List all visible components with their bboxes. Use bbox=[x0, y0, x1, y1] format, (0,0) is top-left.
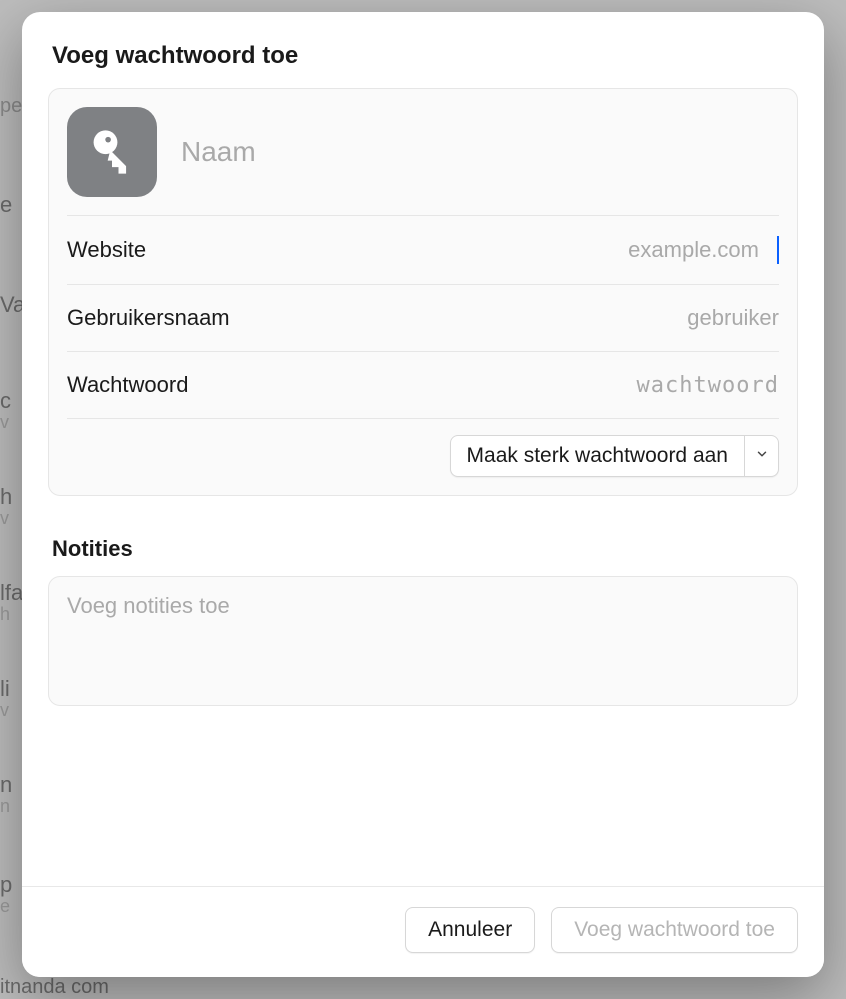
add-password-button[interactable]: Voeg wachtwoord toe bbox=[551, 907, 798, 953]
notes-heading: Notities bbox=[52, 536, 798, 562]
username-input[interactable] bbox=[250, 305, 779, 331]
password-label: Wachtwoord bbox=[67, 372, 188, 398]
text-cursor bbox=[777, 236, 779, 264]
add-password-dialog: Voeg wachtwoord toe Website Gebrui bbox=[22, 12, 824, 977]
username-row: Gebruikersnaam bbox=[67, 284, 779, 351]
website-label: Website bbox=[67, 237, 146, 263]
notes-card bbox=[48, 576, 798, 706]
dialog-footer: Annuleer Voeg wachtwoord toe bbox=[22, 886, 824, 977]
name-input[interactable] bbox=[181, 136, 779, 168]
cancel-button[interactable]: Annuleer bbox=[405, 907, 535, 953]
chevron-down-icon bbox=[755, 447, 769, 466]
key-icon bbox=[67, 107, 157, 197]
generate-row: Maak sterk wachtwoord aan bbox=[67, 418, 779, 495]
password-input[interactable] bbox=[208, 372, 779, 398]
credentials-card: Website Gebruikersnaam Wachtwoord Maak s… bbox=[48, 88, 798, 496]
website-input[interactable] bbox=[166, 237, 759, 263]
username-label: Gebruikersnaam bbox=[67, 305, 230, 331]
password-row: Wachtwoord bbox=[67, 351, 779, 418]
generate-password-split-button: Maak sterk wachtwoord aan bbox=[450, 435, 779, 477]
generate-password-dropdown[interactable] bbox=[744, 436, 778, 476]
dialog-title: Voeg wachtwoord toe bbox=[52, 42, 798, 70]
notes-input[interactable] bbox=[67, 593, 779, 683]
name-row bbox=[67, 89, 779, 215]
website-row: Website bbox=[67, 215, 779, 284]
generate-password-button[interactable]: Maak sterk wachtwoord aan bbox=[451, 436, 744, 476]
